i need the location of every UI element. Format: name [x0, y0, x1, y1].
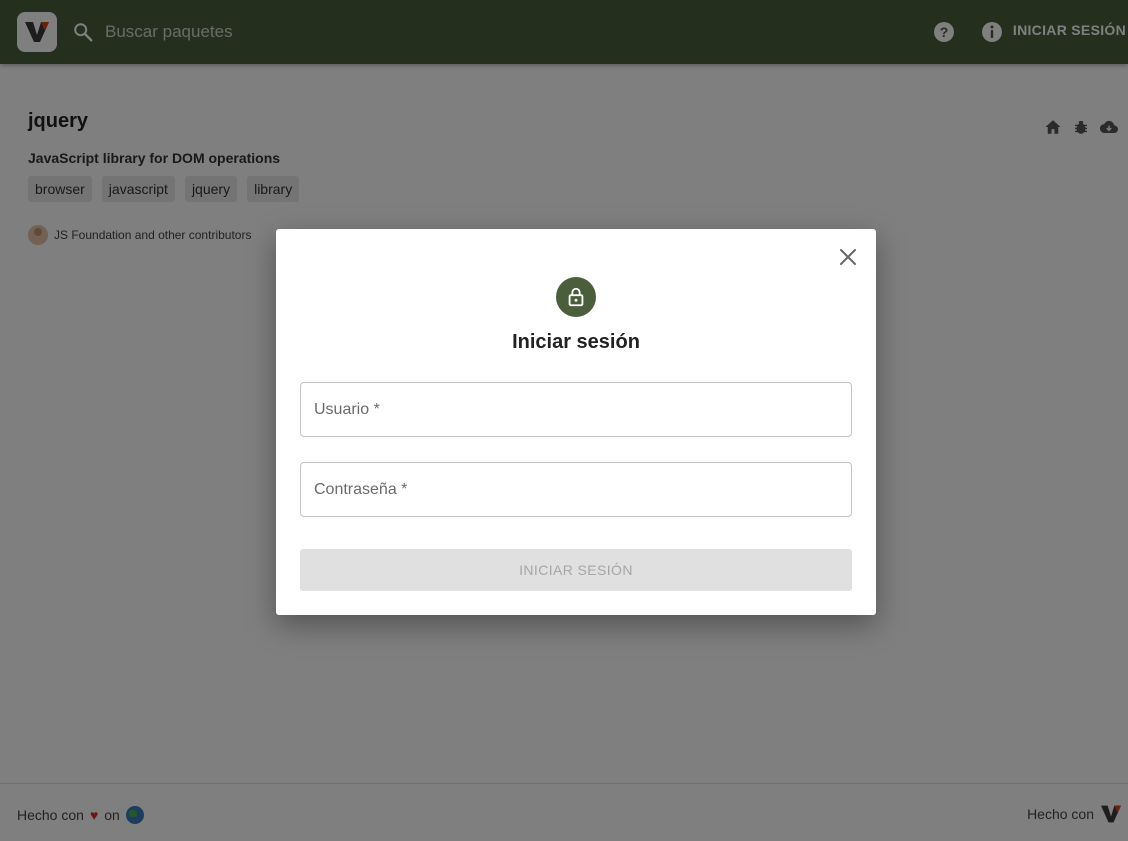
lock-badge [556, 277, 596, 317]
dialog-title: Iniciar sesión [512, 331, 640, 353]
login-dialog: Iniciar sesión INICIAR SESIÓN [276, 229, 876, 615]
username-field[interactable] [300, 382, 852, 437]
close-icon[interactable] [836, 245, 860, 269]
lock-icon [568, 287, 584, 307]
login-submit-button[interactable]: INICIAR SESIÓN [300, 549, 852, 591]
password-field[interactable] [300, 462, 852, 517]
